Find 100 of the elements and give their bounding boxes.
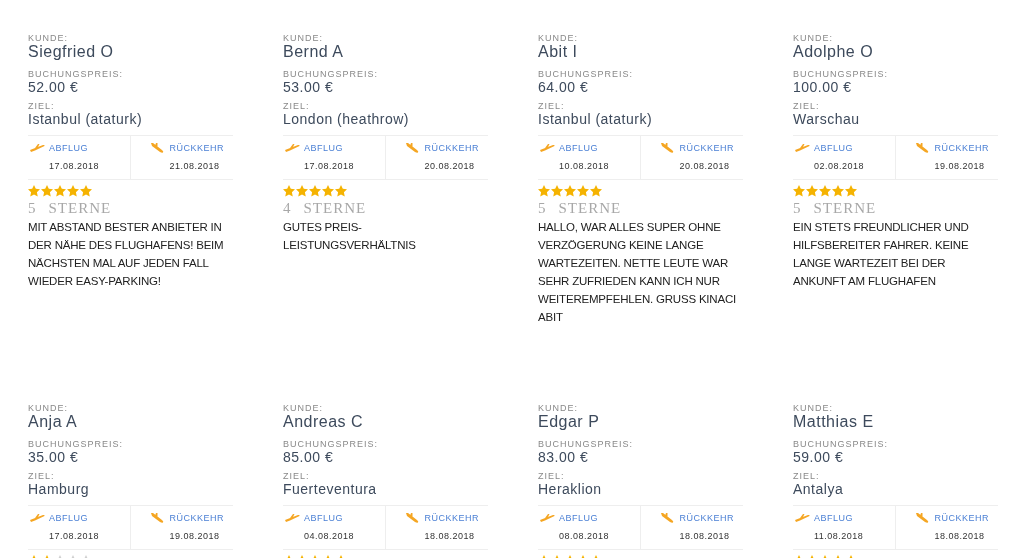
review-text: HALLO, WAR ALLES SUPER OHNE VERZÖGERUNG KEINE LANGE WARTEZEITEN. NETTE LEUTE WAR SEHR ZUFRIEDEN KANN ICH NUR WEITEREMPFEHLEN. GRUSS KINACI ABIT: [538, 220, 738, 325]
rating-unit: STERNE: [303, 199, 367, 217]
airplane-takeoff-icon: [284, 513, 300, 524]
flight-label: ABFLUG: [304, 141, 343, 155]
airplane-takeoff-icon: [539, 143, 555, 154]
destination-value: Antalya: [793, 481, 845, 497]
customer-name: Andreas C: [283, 413, 365, 431]
field-label: KUNDE:: [283, 33, 324, 43]
airplane-landing-icon: [149, 142, 166, 155]
airplane-takeoff-icon: [794, 143, 810, 154]
rating-value: 4: [283, 199, 292, 217]
rating-unit: STERNE: [813, 199, 877, 217]
customer-name: Edgar P: [538, 413, 601, 431]
review-text: EIN STETS FREUNDLICHER UND HILFSBEREITER FAHRER. KEINE LANGE WARTEZEIT BEI DER ANKUNFT AM FLUGHAFEN: [793, 220, 970, 289]
flight-label: ABFLUG: [49, 141, 88, 155]
field-label: KUNDE:: [793, 403, 834, 413]
flight-date: 18.08.2018: [933, 530, 986, 543]
destination-value: Istanbul (ataturk): [28, 111, 144, 127]
flight-date: 17.08.2018: [48, 160, 101, 173]
price-value: 59.00 €: [793, 449, 845, 465]
airplane-landing-icon: [404, 512, 421, 525]
airplane-landing-icon: [659, 512, 676, 525]
customer-name: Anja A: [28, 413, 79, 431]
airplane-takeoff-icon: [539, 513, 555, 524]
flight-date: 19.08.2018: [168, 530, 221, 543]
flight-label: RÜCKKEHR: [424, 141, 479, 155]
flight-date: 20.08.2018: [423, 160, 476, 173]
flight-label: RÜCKKEHR: [934, 511, 989, 525]
flight-label: ABFLUG: [814, 511, 853, 525]
field-label: ZIEL:: [538, 471, 566, 481]
field-label: ZIEL:: [28, 471, 56, 481]
price-value: 35.00 €: [28, 449, 80, 465]
flight-label: RÜCKKEHR: [169, 511, 224, 525]
rating-value: 5: [793, 199, 802, 217]
destination-value: Warschau: [793, 111, 861, 127]
airplane-takeoff-icon: [29, 143, 45, 154]
customer-name: Matthias E: [793, 413, 875, 431]
flight-label: RÜCKKEHR: [679, 141, 734, 155]
flight-date: 19.08.2018: [933, 160, 986, 173]
rating-unit: STERNE: [558, 199, 622, 217]
airplane-landing-icon: [149, 512, 166, 525]
field-label: BUCHUNGSPREIS:: [793, 69, 889, 79]
flight-label: ABFLUG: [49, 511, 88, 525]
field-label: KUNDE:: [283, 403, 324, 413]
destination-value: Fuerteventura: [283, 481, 378, 497]
flight-date: 08.08.2018: [558, 530, 611, 543]
field-label: KUNDE:: [793, 33, 834, 43]
field-label: BUCHUNGSPREIS:: [538, 439, 634, 449]
flight-date: 17.08.2018: [48, 530, 101, 543]
customer-name: Siegfried O: [28, 43, 115, 61]
flight-date: 02.08.2018: [813, 160, 866, 173]
flight-label: ABFLUG: [559, 141, 598, 155]
field-label: BUCHUNGSPREIS:: [283, 439, 379, 449]
flight-date: 18.08.2018: [678, 530, 731, 543]
review-text: MIT ABSTAND BESTER ANBIETER IN DER NÄHE DES FLUGHAFENS! BEIM NÄCHSTEN MAL AUF JEDEN FALL WIEDER EASY-PARKING!: [28, 220, 225, 289]
price-value: 53.00 €: [283, 79, 335, 95]
field-label: ZIEL:: [793, 471, 821, 481]
flight-date: 20.08.2018: [678, 160, 731, 173]
flight-date: 18.08.2018: [423, 530, 476, 543]
rating-value: 5: [538, 199, 547, 217]
field-label: BUCHUNGSPREIS:: [28, 439, 124, 449]
price-value: 100.00 €: [793, 79, 853, 95]
destination-value: Istanbul (ataturk): [538, 111, 654, 127]
field-label: ZIEL:: [538, 101, 566, 111]
airplane-takeoff-icon: [29, 513, 45, 524]
rating-value: 5: [28, 199, 37, 217]
price-value: 83.00 €: [538, 449, 590, 465]
field-label: BUCHUNGSPREIS:: [538, 69, 634, 79]
field-label: ZIEL:: [793, 101, 821, 111]
flight-label: RÜCKKEHR: [424, 511, 479, 525]
flight-label: ABFLUG: [304, 511, 343, 525]
field-label: KUNDE:: [28, 33, 69, 43]
airplane-takeoff-icon: [284, 143, 300, 154]
field-label: ZIEL:: [283, 471, 311, 481]
airplane-landing-icon: [659, 142, 676, 155]
flight-label: ABFLUG: [559, 511, 598, 525]
destination-value: Hamburg: [28, 481, 91, 497]
field-label: ZIEL:: [283, 101, 311, 111]
field-label: BUCHUNGSPREIS:: [283, 69, 379, 79]
review-text: GUTES PREIS-LEISTUNGSVERHÄLTNIS: [283, 220, 417, 253]
field-label: BUCHUNGSPREIS:: [28, 69, 124, 79]
flight-date: 11.08.2018: [813, 530, 865, 543]
field-label: KUNDE:: [28, 403, 69, 413]
price-value: 52.00 €: [28, 79, 80, 95]
flight-date: 17.08.2018: [303, 160, 356, 173]
field-label: ZIEL:: [28, 101, 56, 111]
airplane-landing-icon: [914, 512, 931, 525]
price-value: 64.00 €: [538, 79, 590, 95]
field-label: KUNDE:: [538, 403, 579, 413]
airplane-takeoff-icon: [794, 513, 810, 524]
field-label: KUNDE:: [538, 33, 579, 43]
flight-label: RÜCKKEHR: [934, 141, 989, 155]
customer-name: Abit I: [538, 43, 579, 61]
price-value: 85.00 €: [283, 449, 335, 465]
rating-unit: STERNE: [48, 199, 112, 217]
flight-date: 21.08.2018: [168, 160, 221, 173]
flight-date: 04.08.2018: [303, 530, 356, 543]
flight-label: RÜCKKEHR: [169, 141, 224, 155]
airplane-landing-icon: [914, 142, 931, 155]
customer-name: Adolphe O: [793, 43, 875, 61]
